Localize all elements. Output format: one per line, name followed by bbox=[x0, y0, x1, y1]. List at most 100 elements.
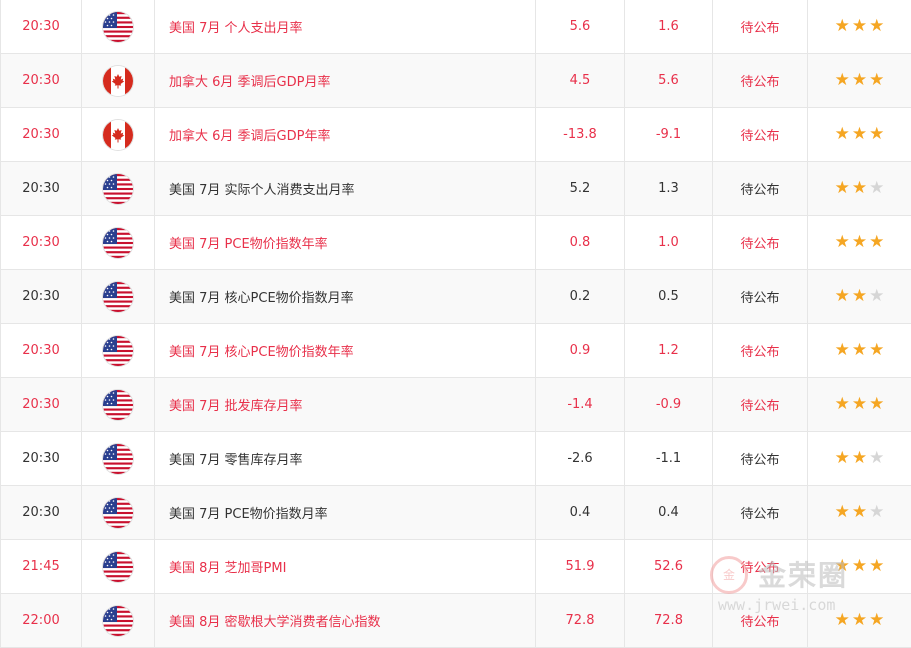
event-name[interactable]: 美国 7月 批发库存月率 bbox=[155, 378, 536, 432]
event-row[interactable]: 20:30美国 7月 实际个人消费支出月率5.21.3待公布★★★ bbox=[1, 162, 911, 216]
ca-flag-icon bbox=[103, 120, 133, 150]
importance-stars: ★★★ bbox=[834, 180, 886, 197]
event-time: 22:00 bbox=[1, 594, 82, 648]
importance-stars: ★★★ bbox=[834, 288, 886, 305]
event-actual: 待公布 bbox=[713, 486, 808, 540]
event-name[interactable]: 美国 7月 个人支出月率 bbox=[155, 0, 536, 54]
us-flag-icon bbox=[103, 498, 133, 528]
star-filled-icon: ★ bbox=[835, 232, 850, 252]
event-country bbox=[82, 108, 155, 162]
star-filled-icon: ★ bbox=[852, 16, 867, 36]
star-filled-icon: ★ bbox=[869, 610, 884, 630]
star-filled-icon: ★ bbox=[852, 610, 867, 630]
event-row[interactable]: 20:30加拿大 6月 季调后GDP月率4.55.6待公布★★★ bbox=[1, 54, 911, 108]
importance-stars: ★★★ bbox=[834, 72, 886, 89]
event-forecast: 1.2 bbox=[625, 324, 713, 378]
event-actual: 待公布 bbox=[713, 378, 808, 432]
star-filled-icon: ★ bbox=[869, 340, 884, 360]
event-importance: ★★★ bbox=[808, 486, 911, 540]
event-name[interactable]: 美国 7月 PCE物价指数月率 bbox=[155, 486, 536, 540]
event-row[interactable]: 22:00美国 8月 密歇根大学消费者信心指数72.872.8待公布★★★ bbox=[1, 594, 911, 648]
event-forecast: 72.8 bbox=[625, 594, 713, 648]
star-filled-icon: ★ bbox=[835, 610, 850, 630]
importance-stars: ★★★ bbox=[834, 558, 886, 575]
event-name[interactable]: 美国 7月 核心PCE物价指数年率 bbox=[155, 324, 536, 378]
star-filled-icon: ★ bbox=[869, 124, 884, 144]
event-previous: 72.8 bbox=[536, 594, 625, 648]
event-name[interactable]: 美国 7月 实际个人消费支出月率 bbox=[155, 162, 536, 216]
star-filled-icon: ★ bbox=[869, 394, 884, 414]
calendar-table: 20:30美国 7月 个人支出月率5.61.6待公布★★★20:30加拿大 6月… bbox=[0, 0, 911, 648]
event-forecast: 0.5 bbox=[625, 270, 713, 324]
star-filled-icon: ★ bbox=[835, 178, 850, 198]
star-filled-icon: ★ bbox=[835, 70, 850, 90]
event-country bbox=[82, 324, 155, 378]
event-importance: ★★★ bbox=[808, 0, 911, 54]
event-importance: ★★★ bbox=[808, 108, 911, 162]
event-forecast: -0.9 bbox=[625, 378, 713, 432]
event-forecast: 1.3 bbox=[625, 162, 713, 216]
event-name[interactable]: 加拿大 6月 季调后GDP月率 bbox=[155, 54, 536, 108]
us-flag-icon bbox=[103, 282, 133, 312]
event-previous: 5.2 bbox=[536, 162, 625, 216]
importance-stars: ★★★ bbox=[834, 396, 886, 413]
event-actual: 待公布 bbox=[713, 324, 808, 378]
event-time: 21:45 bbox=[1, 540, 82, 594]
event-forecast: 52.6 bbox=[625, 540, 713, 594]
event-country bbox=[82, 540, 155, 594]
event-row[interactable]: 20:30美国 7月 核心PCE物价指数月率0.20.5待公布★★★ bbox=[1, 270, 911, 324]
event-importance: ★★★ bbox=[808, 432, 911, 486]
event-name[interactable]: 美国 7月 核心PCE物价指数月率 bbox=[155, 270, 536, 324]
event-importance: ★★★ bbox=[808, 270, 911, 324]
event-previous: 51.9 bbox=[536, 540, 625, 594]
event-time: 20:30 bbox=[1, 162, 82, 216]
us-flag-icon bbox=[103, 390, 133, 420]
star-filled-icon: ★ bbox=[852, 178, 867, 198]
event-row[interactable]: 20:30美国 7月 个人支出月率5.61.6待公布★★★ bbox=[1, 0, 911, 54]
importance-stars: ★★★ bbox=[834, 450, 886, 467]
event-previous: 0.2 bbox=[536, 270, 625, 324]
event-forecast: 1.6 bbox=[625, 0, 713, 54]
star-filled-icon: ★ bbox=[835, 340, 850, 360]
event-actual: 待公布 bbox=[713, 216, 808, 270]
event-country bbox=[82, 54, 155, 108]
event-time: 20:30 bbox=[1, 216, 82, 270]
star-filled-icon: ★ bbox=[852, 394, 867, 414]
us-flag-icon bbox=[103, 444, 133, 474]
event-row[interactable]: 20:30加拿大 6月 季调后GDP年率-13.8-9.1待公布★★★ bbox=[1, 108, 911, 162]
star-filled-icon: ★ bbox=[852, 286, 867, 306]
star-filled-icon: ★ bbox=[852, 232, 867, 252]
us-flag-icon bbox=[103, 174, 133, 204]
event-row[interactable]: 21:45美国 8月 芝加哥PMI51.952.6待公布★★★ bbox=[1, 540, 911, 594]
event-row[interactable]: 20:30美国 7月 PCE物价指数月率0.40.4待公布★★★ bbox=[1, 486, 911, 540]
event-name[interactable]: 加拿大 6月 季调后GDP年率 bbox=[155, 108, 536, 162]
star-filled-icon: ★ bbox=[835, 286, 850, 306]
event-country bbox=[82, 270, 155, 324]
event-row[interactable]: 20:30美国 7月 核心PCE物价指数年率0.91.2待公布★★★ bbox=[1, 324, 911, 378]
event-actual: 待公布 bbox=[713, 0, 808, 54]
importance-stars: ★★★ bbox=[834, 18, 886, 35]
event-time: 20:30 bbox=[1, 432, 82, 486]
star-filled-icon: ★ bbox=[869, 232, 884, 252]
event-actual: 待公布 bbox=[713, 594, 808, 648]
star-empty-icon: ★ bbox=[869, 178, 884, 198]
importance-stars: ★★★ bbox=[834, 234, 886, 251]
event-row[interactable]: 20:30美国 7月 零售库存月率-2.6-1.1待公布★★★ bbox=[1, 432, 911, 486]
event-country bbox=[82, 594, 155, 648]
event-row[interactable]: 20:30美国 7月 批发库存月率-1.4-0.9待公布★★★ bbox=[1, 378, 911, 432]
event-time: 20:30 bbox=[1, 0, 82, 54]
star-filled-icon: ★ bbox=[869, 556, 884, 576]
event-country bbox=[82, 0, 155, 54]
event-row[interactable]: 20:30美国 7月 PCE物价指数年率0.81.0待公布★★★ bbox=[1, 216, 911, 270]
event-name[interactable]: 美国 7月 PCE物价指数年率 bbox=[155, 216, 536, 270]
event-time: 20:30 bbox=[1, 486, 82, 540]
event-forecast: -1.1 bbox=[625, 432, 713, 486]
event-name[interactable]: 美国 8月 芝加哥PMI bbox=[155, 540, 536, 594]
event-previous: -2.6 bbox=[536, 432, 625, 486]
event-name[interactable]: 美国 7月 零售库存月率 bbox=[155, 432, 536, 486]
event-name[interactable]: 美国 8月 密歇根大学消费者信心指数 bbox=[155, 594, 536, 648]
calendar-rows: 20:30美国 7月 个人支出月率5.61.6待公布★★★20:30加拿大 6月… bbox=[1, 0, 911, 648]
event-importance: ★★★ bbox=[808, 216, 911, 270]
event-importance: ★★★ bbox=[808, 594, 911, 648]
star-filled-icon: ★ bbox=[835, 502, 850, 522]
